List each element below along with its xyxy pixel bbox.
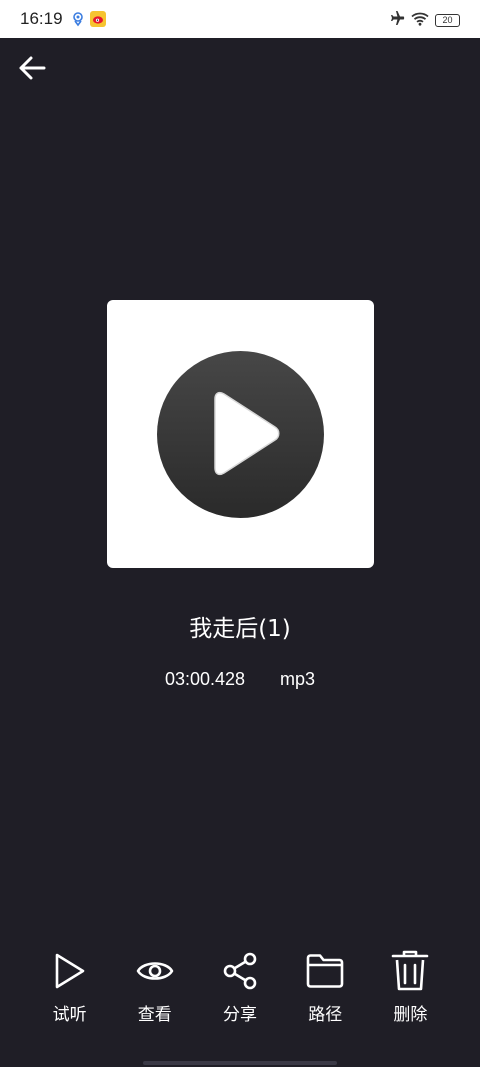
view-button[interactable]: 查看: [112, 950, 197, 1030]
status-bar: 16:19 20: [0, 0, 480, 38]
track-format: mp3: [280, 669, 316, 689]
listen-button[interactable]: 试听: [27, 950, 112, 1030]
play-disc-icon[interactable]: [157, 351, 324, 518]
share-label: 分享: [223, 1005, 257, 1025]
wifi-icon: [411, 11, 429, 30]
cover-card[interactable]: [107, 300, 374, 568]
airplane-mode-icon: [389, 10, 405, 30]
trash-icon: [390, 950, 430, 992]
folder-icon: [305, 950, 345, 992]
arrow-left-icon: [17, 53, 47, 87]
track-meta: 03:00.428 mp3: [0, 669, 480, 690]
bottom-toolbar: 试听 查看 分享 路径 删除: [27, 950, 453, 1030]
status-right-group: 20: [389, 10, 460, 30]
weibo-icon: [90, 11, 106, 27]
path-label: 路径: [308, 1005, 343, 1025]
delete-button[interactable]: 删除: [368, 950, 453, 1030]
share-icon: [220, 950, 260, 992]
eye-icon: [135, 950, 175, 992]
path-button[interactable]: 路径: [283, 950, 368, 1030]
app-notification-icon: [70, 11, 86, 27]
track-duration: 03:00.428: [164, 669, 246, 689]
track-title: 我走后(1): [189, 616, 291, 642]
status-time: 16:19: [20, 9, 63, 28]
delete-label: 删除: [393, 1005, 428, 1025]
home-indicator[interactable]: [143, 1061, 337, 1065]
play-icon: [50, 950, 90, 992]
listen-label: 试听: [52, 1005, 87, 1025]
view-label: 查看: [137, 1005, 172, 1025]
back-button[interactable]: [12, 50, 52, 90]
share-button[interactable]: 分享: [197, 950, 282, 1030]
battery-icon: 20: [435, 13, 460, 27]
